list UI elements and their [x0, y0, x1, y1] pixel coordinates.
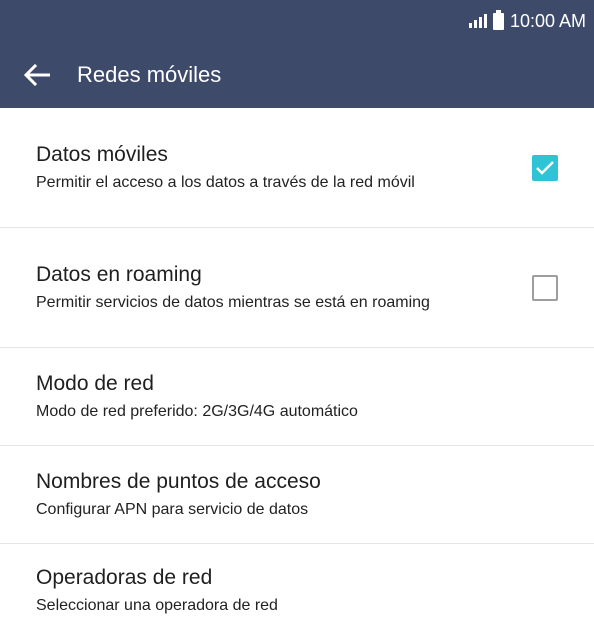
setting-operators[interactable]: Operadoras de red Seleccionar una operad… [0, 544, 594, 637]
back-button[interactable] [7, 42, 67, 108]
status-bar: 10:00 AM [0, 0, 594, 42]
setting-subtitle: Seleccionar una operadora de red [36, 596, 278, 614]
roaming-checkbox[interactable] [532, 274, 558, 301]
checkmark-icon [536, 160, 554, 175]
status-time: 10:00 AM [509, 10, 586, 31]
setting-title: Datos en roaming [36, 262, 202, 286]
setting-title: Modo de red [36, 371, 154, 395]
setting-roaming[interactable]: Datos en roaming Permitir servicios de d… [0, 228, 594, 348]
settings-list: Datos móviles Permitir el acceso a los d… [0, 108, 594, 637]
setting-title: Datos móviles [36, 142, 168, 166]
page-title: Redes móviles [77, 62, 222, 87]
setting-title: Operadoras de red [36, 565, 213, 589]
app-bar: Redes móviles [0, 42, 594, 108]
setting-mobile-data[interactable]: Datos móviles Permitir el acceso a los d… [0, 108, 594, 228]
battery-icon [492, 9, 504, 30]
setting-network-mode[interactable]: Modo de red Modo de red preferido: 2G/3G… [0, 348, 594, 446]
setting-subtitle: Permitir el acceso a los datos a través … [36, 173, 415, 191]
setting-title: Nombres de puntos de acceso [36, 469, 321, 493]
setting-subtitle: Configurar APN para servicio de datos [36, 500, 309, 518]
arrow-left-icon [24, 64, 50, 86]
setting-subtitle: Modo de red preferido: 2G/3G/4G automáti… [36, 402, 358, 420]
signal-bars-icon [468, 14, 487, 28]
setting-subtitle: Permitir servicios de datos mientras se … [36, 293, 430, 311]
setting-apn[interactable]: Nombres de puntos de acceso Configurar A… [0, 446, 594, 544]
mobile-data-checkbox[interactable] [532, 154, 558, 181]
